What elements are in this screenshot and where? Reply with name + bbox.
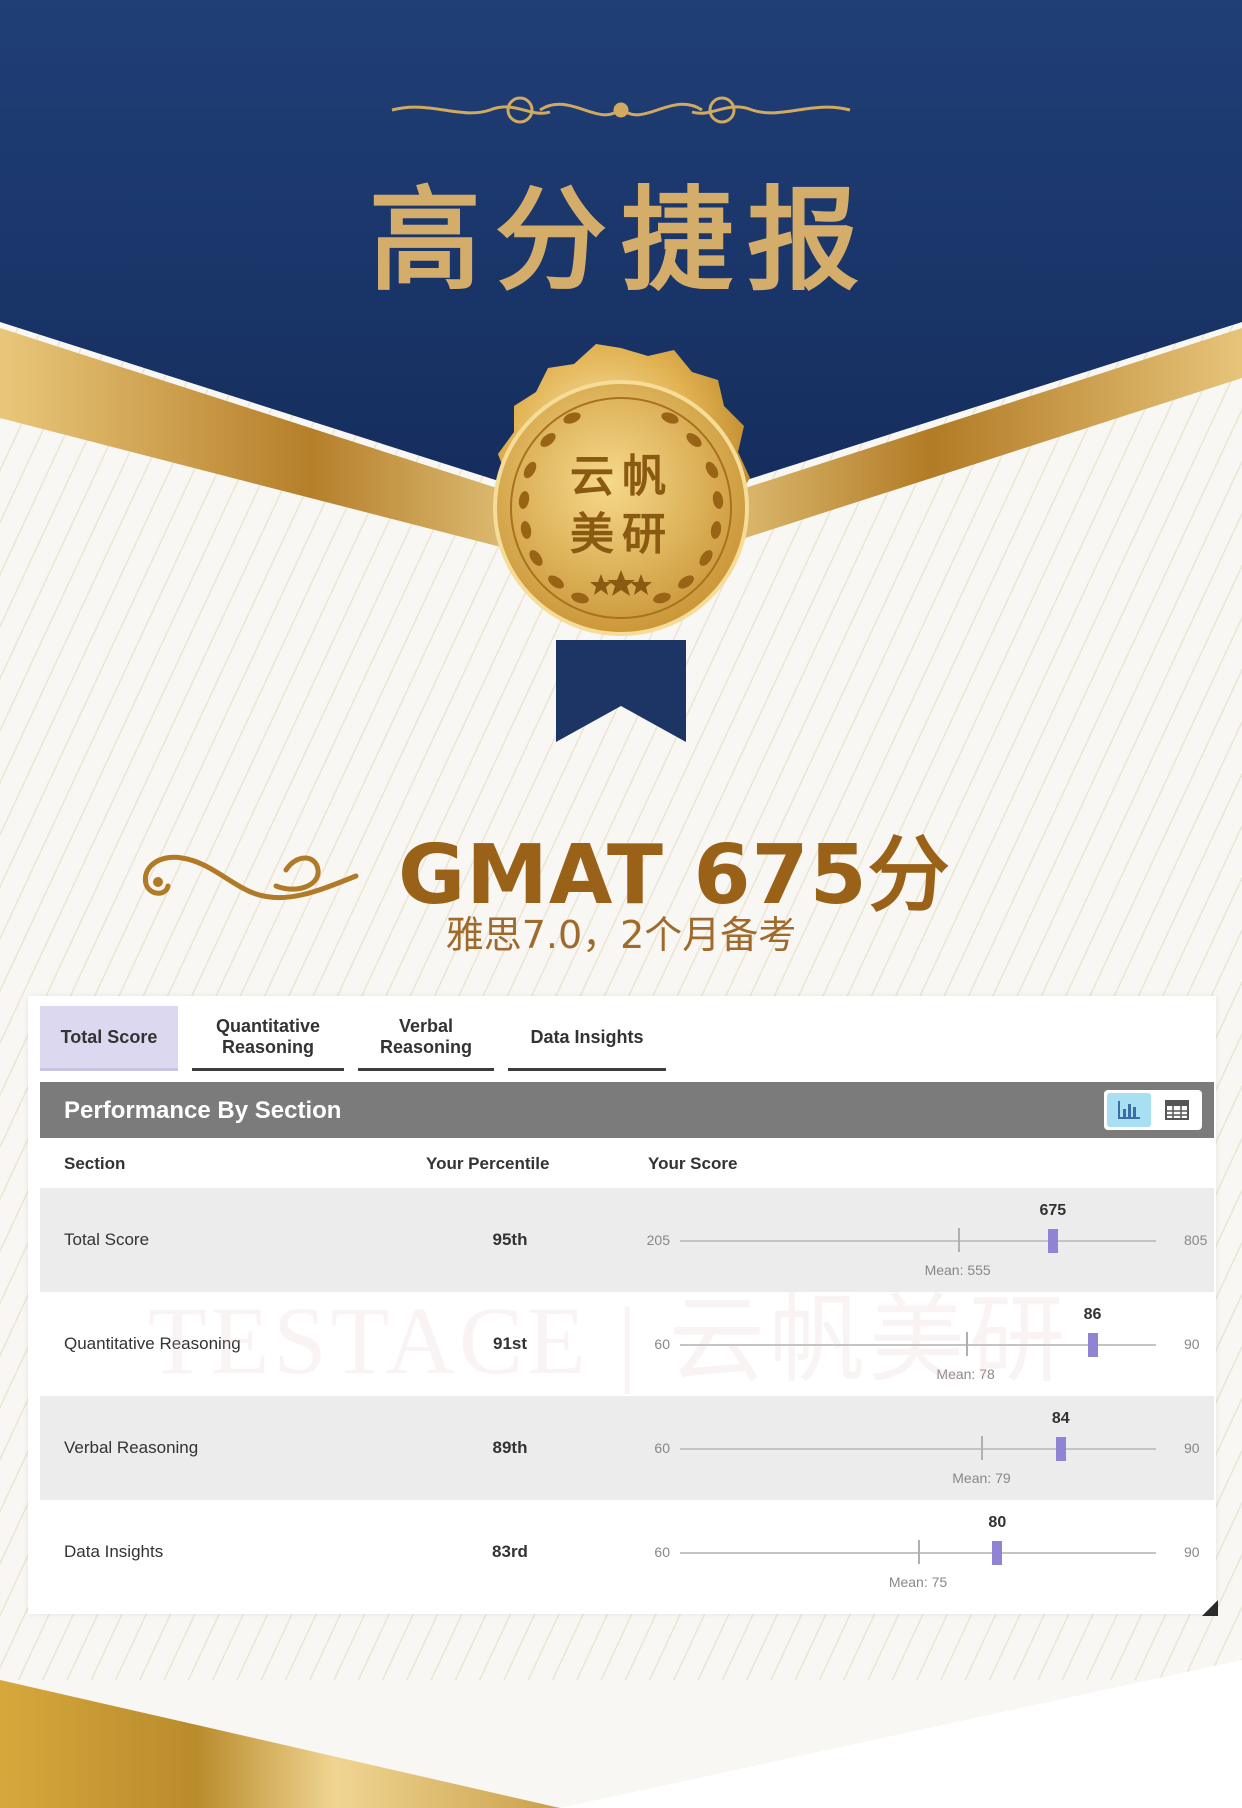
- watermark: TESTACE | 云帆美研: [148, 1287, 1069, 1394]
- chart-view-button[interactable]: [1107, 1093, 1151, 1127]
- table-view-button[interactable]: [1155, 1093, 1199, 1127]
- section-header: Performance By Section: [40, 1082, 1214, 1138]
- mean-label: Mean: 79: [952, 1470, 1011, 1486]
- scale-max: 90: [1184, 1336, 1200, 1352]
- table-grid-icon: [1165, 1100, 1189, 1120]
- scale-max: 805: [1184, 1232, 1208, 1248]
- col-score: Your Score: [648, 1154, 738, 1173]
- row-section-label: Data Insights: [64, 1542, 164, 1561]
- column-headers: Section Your Percentile Your Score: [40, 1138, 1214, 1190]
- tab-data-insights[interactable]: Data Insights: [508, 1006, 666, 1071]
- row-percentile: 95th: [492, 1230, 528, 1249]
- row-section-label: Total Score: [64, 1230, 150, 1249]
- score-marker: [1047, 1229, 1058, 1253]
- table-row: Data Insights 83rd 60 90 Mean: 75 80: [40, 1500, 1214, 1604]
- seal-line-1: 云帆: [570, 451, 674, 502]
- scale-max: 90: [1184, 1544, 1200, 1560]
- score-marker: [992, 1541, 1003, 1565]
- score-track: [680, 1448, 1156, 1450]
- seal-line-2: 美研: [570, 509, 674, 560]
- score-marker: [1087, 1333, 1098, 1357]
- row-section-label: Verbal Reasoning: [64, 1438, 199, 1457]
- mean-label: Mean: 75: [888, 1574, 948, 1590]
- score-value: 675: [1039, 1202, 1067, 1219]
- score-value: 84: [1051, 1410, 1070, 1427]
- tab-quantitative-reasoning[interactable]: Quantitative Reasoning: [192, 1006, 344, 1071]
- score-marker: [1055, 1437, 1066, 1461]
- headline: 高分捷报: [369, 176, 873, 306]
- col-section: Section: [64, 1154, 126, 1173]
- scale-min: 205: [646, 1232, 670, 1248]
- mean-marker: [981, 1436, 984, 1460]
- mean-marker: [918, 1540, 920, 1564]
- scale-min: 60: [654, 1440, 670, 1456]
- tab-total-score[interactable]: Total Score: [40, 1006, 178, 1071]
- mean-marker: [957, 1228, 960, 1252]
- view-toggle: [1104, 1090, 1202, 1130]
- row-percentile: 83rd: [492, 1542, 528, 1561]
- score-track: [680, 1240, 1156, 1242]
- score-subtitle: 雅思7.0，2个月备考: [445, 913, 797, 957]
- bar-chart-icon: [1118, 1101, 1140, 1119]
- seal-text: 云帆 美研: [560, 448, 684, 564]
- col-percentile: Your Percentile: [426, 1154, 550, 1173]
- score-value: 80: [988, 1514, 1007, 1531]
- scale-min: 60: [654, 1544, 670, 1560]
- scale-max: 90: [1184, 1440, 1200, 1456]
- row-percentile: 89th: [492, 1438, 528, 1457]
- section-title: Performance By Section: [64, 1097, 342, 1124]
- bottom-band: [0, 1660, 1242, 1808]
- banner-graphic: [0, 0, 1242, 742]
- tab-verbal-reasoning[interactable]: Verbal Reasoning: [358, 1006, 494, 1071]
- table-row: Verbal Reasoning 89th 60 90 Mean: 79 84: [40, 1396, 1214, 1500]
